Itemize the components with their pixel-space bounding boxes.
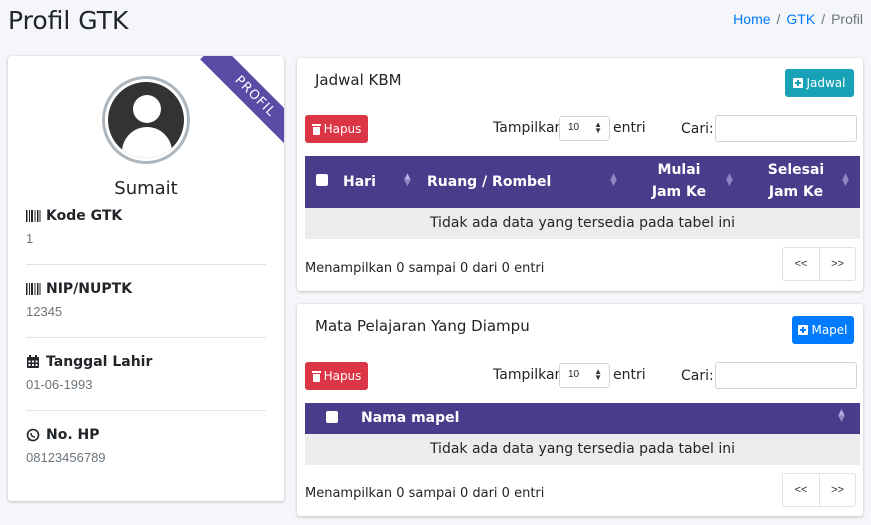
mapel-card: Mata Pelajaran Yang Diampu Mapel Hapus T… [297,304,863,516]
prev-page-button[interactable]: << [783,248,819,280]
barcode-icon [26,210,41,222]
prev-page-button[interactable]: << [783,474,819,506]
whatsapp-icon [26,428,40,442]
table-info: Menampilkan 0 sampai 0 dari 0 entri [305,261,545,276]
mapel-table-header: Nama mapel ▲ ▼ [305,403,860,434]
barcode-icon [26,283,41,295]
plus-square-icon [798,325,809,335]
calendar-icon [27,355,39,368]
length-label-suffix: entri [613,367,646,383]
column-mulai-jam-ke[interactable]: Mulai Jam Ke [649,159,709,203]
empty-table-row: Tidak ada data yang tersedia pada tabel … [305,208,860,239]
delete-jadwal-button[interactable]: Hapus [305,115,368,143]
divider [26,337,266,338]
breadcrumb: Home / GTK / Profil [733,11,863,27]
select-caret-icon: ▲ ▼ [594,367,602,382]
table-info: Menampilkan 0 sampai 0 dari 0 entri [305,486,545,501]
jadwal-card: Jadwal KBM Jadwal Hapus Tampilkan 10 ▲ ▼ … [297,58,863,291]
info-label: NIP/NUPTK [46,281,133,297]
select-all-checkbox[interactable] [326,411,338,423]
search-input[interactable] [715,115,857,142]
info-no-hp: No. HP 08123456789 [26,427,266,465]
column-selesai-jam-ke[interactable]: Selesai Jam Ke [763,159,829,203]
next-page-button[interactable]: >> [819,474,855,506]
profile-card: PROFIL Sumait Kode GTK 1 NIP/NUPTK 12345… [8,56,284,501]
info-label: Tanggal Lahir [46,354,153,370]
add-mapel-button[interactable]: Mapel [792,316,854,344]
info-value: 1 [26,231,34,246]
breadcrumb-current: Profil [831,11,863,27]
column-hari[interactable]: Hari [343,171,376,193]
jadwal-title: Jadwal KBM [315,71,402,89]
pagination: << >> [782,247,856,281]
divider [26,264,266,265]
sort-icon: ▲ ▼ [842,172,849,188]
pagination: << >> [782,473,856,507]
add-jadwal-button[interactable]: Jadwal [785,69,854,97]
empty-table-row: Tidak ada data yang tersedia pada tabel … [305,434,860,465]
search-label: Cari: [681,368,714,384]
info-label: Kode GTK [46,208,123,224]
select-all-checkbox[interactable] [316,174,328,186]
plus-square-icon [793,78,804,88]
length-label-prefix: Tampilkan [493,120,564,136]
page-length-select[interactable]: 10 ▲ ▼ [559,116,610,141]
trash-icon [311,123,321,135]
sort-icon: ▲ ▼ [726,172,733,188]
sort-icon: ▲ ▼ [404,172,411,188]
info-tanggal-lahir: Tanggal Lahir 01-06-1993 [26,354,266,392]
select-caret-icon: ▲ ▼ [594,120,602,135]
info-value: 01-06-1993 [26,377,93,392]
content-header: Profil GTK Home / GTK / Profil [0,0,871,44]
search-input[interactable] [715,362,857,389]
mapel-title: Mata Pelajaran Yang Diampu [315,317,530,335]
info-value: 08123456789 [26,450,106,465]
column-ruang-rombel[interactable]: Ruang / Rombel [427,171,551,193]
page-title: Profil GTK [8,6,129,35]
user-icon [108,82,184,158]
delete-mapel-button[interactable]: Hapus [305,362,368,390]
avatar [102,76,190,164]
info-nip-nuptk: NIP/NUPTK 12345 [26,281,266,319]
length-label-suffix: entri [613,120,646,136]
search-label: Cari: [681,121,714,137]
page-length-select[interactable]: 10 ▲ ▼ [559,363,610,388]
length-label-prefix: Tampilkan [493,367,564,383]
breadcrumb-separator: / [821,11,826,27]
ribbon-label: PROFIL [200,56,284,148]
breadcrumb-separator: / [776,11,781,27]
jadwal-table-header: Hari ▲ ▼ Ruang / Rombel ▲ ▼ Mulai Jam Ke ▲… [305,156,860,208]
trash-icon [311,370,321,382]
column-nama-mapel[interactable]: Nama mapel [361,407,459,429]
sort-icon: ▲ ▼ [610,172,617,188]
profile-name: Sumait [114,178,178,199]
info-label: No. HP [46,427,100,443]
profile-ribbon: PROFIL [192,56,284,148]
info-value: 12345 [26,304,63,319]
breadcrumb-gtk[interactable]: GTK [786,11,815,27]
breadcrumb-home[interactable]: Home [733,11,770,27]
next-page-button[interactable]: >> [819,248,855,280]
info-kode-gtk: Kode GTK 1 [26,208,266,246]
sort-icon: ▲ ▼ [838,408,845,424]
divider [26,410,266,411]
